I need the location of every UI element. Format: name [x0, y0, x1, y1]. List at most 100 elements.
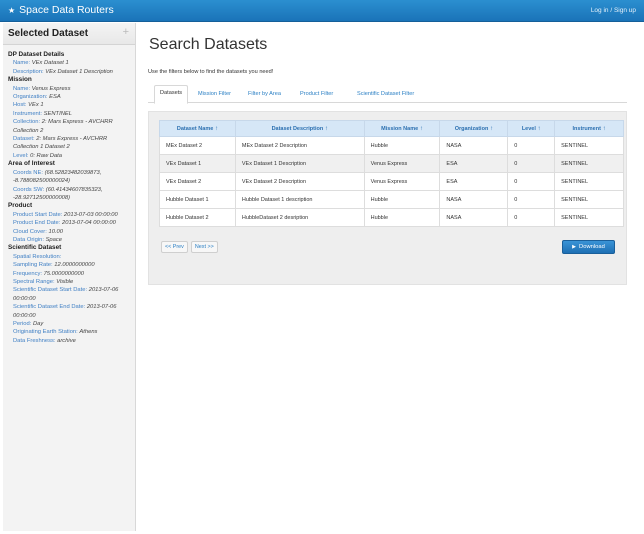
play-arrow-icon: ▶	[572, 244, 577, 250]
table-cell: SENTINEL	[554, 190, 624, 209]
detail-value: 12.0000000000	[54, 262, 95, 269]
sidebar-detail-row: Data Freshness: archive	[8, 337, 131, 345]
intro-text: Use the filters below to find the datase…	[148, 69, 274, 75]
brand-name: Space Data Routers	[19, 4, 114, 16]
datasets-panel: Dataset Name ↑ Dataset Description ↑ Missi…	[148, 111, 627, 285]
detail-key: Data Freshness:	[13, 337, 56, 344]
detail-key: Description:	[13, 68, 44, 75]
sort-arrow-icon[interactable]: ↑	[536, 126, 541, 132]
table-cell: Venus Express	[363, 172, 441, 191]
detail-key: Instrument:	[13, 110, 42, 117]
detail-key: Host:	[13, 102, 27, 109]
table-row[interactable]: Hubble Dataset 2 HubbleDataset 2 desripti…	[159, 208, 624, 227]
table-cell: MEx Dataset 2 Description	[234, 136, 365, 155]
sidebar-detail-row: Collection: 2: Mars Express - AVCHRR Col…	[8, 118, 131, 135]
pagination: << Prev Next >>	[161, 241, 218, 253]
table-cell: Hubble Dataset 1	[159, 190, 236, 209]
sidebar-detail-row: Coords SW: (60.41434607835323, -28.92712…	[8, 186, 131, 203]
column-header[interactable]: Dataset Description ↑	[234, 120, 365, 137]
detail-value: 75.0000000000	[43, 270, 84, 277]
detail-key: Spatial Resolution:	[13, 253, 62, 260]
sidebar-detail-row: Frequency: 75.0000000000	[8, 270, 131, 278]
sort-arrow-icon[interactable]: ↑	[418, 126, 423, 132]
sidebar-detail-row: Name: VEx Dataset 1	[8, 59, 131, 67]
sidebar-detail-row: Cloud Cover: 10.00	[8, 228, 131, 236]
tab-mission-filter[interactable]: Mission Filter	[198, 87, 231, 103]
detail-key: Scientific Dataset Start Date:	[13, 287, 88, 294]
top-navbar: ★ Space Data Routers Log in / Sign up	[0, 0, 644, 22]
detail-key: Product End Date:	[13, 220, 61, 227]
page-title: Search Datasets	[149, 36, 268, 53]
column-header-label: Organization	[454, 125, 489, 132]
detail-value: Space	[45, 236, 62, 243]
table-cell: 0	[507, 190, 556, 209]
tab-scientific-dataset-filter[interactable]: Scientific Dataset Filter	[357, 87, 414, 103]
column-header-label: Level	[521, 125, 536, 132]
table-cell: SENTINEL	[554, 154, 624, 173]
detail-key: Level:	[13, 152, 29, 159]
next-page-button[interactable]: Next >>	[190, 241, 218, 253]
sort-arrow-icon[interactable]: ↑	[213, 126, 218, 132]
sidebar-detail-row: Data Origin: Space	[8, 236, 131, 244]
detail-key: Frequency:	[13, 270, 42, 277]
column-header[interactable]: Level ↑	[507, 120, 556, 137]
login-signup-link[interactable]: Log in / Sign up	[591, 7, 636, 14]
table-cell: SENTINEL	[554, 136, 624, 155]
column-header[interactable]: Organization ↑	[439, 120, 509, 137]
download-button[interactable]: ▶ Download	[562, 240, 615, 254]
table-cell: Hubble Dataset 2	[159, 208, 236, 227]
sidebar-section-title: Mission	[8, 76, 32, 84]
detail-key: Period:	[13, 321, 32, 327]
table-cell: Hubble	[363, 190, 441, 209]
sidebar-detail-row: Period: Day	[8, 320, 131, 328]
plus-icon[interactable]: +	[123, 26, 129, 38]
detail-value: Venus Express	[31, 85, 71, 92]
table-row[interactable]: VEx Dataset 2 VEx Dataset 2 Description Ve…	[159, 172, 624, 191]
table-cell: VEx Dataset 2	[159, 172, 236, 191]
selected-dataset-sidebar: Selected Dataset + DP Dataset Details Nam…	[3, 23, 136, 531]
table-cell: NASA	[439, 136, 509, 155]
table-row[interactable]: Hubble Dataset 1 Hubble Dataset 1 descrip…	[159, 190, 624, 209]
sidebar-title: Selected Dataset	[8, 28, 89, 39]
table-cell: Venus Express	[363, 154, 441, 173]
sidebar-detail-row: Host: VEx 1	[8, 101, 131, 109]
column-header[interactable]: Instrument ↑	[554, 120, 624, 137]
table-cell: NASA	[439, 190, 509, 209]
tab-filter-by-area[interactable]: Filter by Area	[248, 87, 281, 103]
table-row[interactable]: MEx Dataset 2 MEx Dataset 2 Description Hu…	[159, 136, 624, 155]
sidebar-detail-row: Dataset: 2: Mars Express - AVCHRR Collec…	[8, 135, 131, 152]
sidebar-header: Selected Dataset +	[3, 23, 135, 45]
detail-value: VEx Dataset 1	[31, 60, 69, 67]
table-cell: ESA	[439, 172, 509, 191]
sidebar-section-title: Scientific Dataset	[8, 244, 62, 252]
detail-key: Data Origin:	[13, 236, 44, 243]
table-row[interactable]: VEx Dataset 1 VEx Dataset 1 Description Ve…	[159, 154, 624, 173]
tab-product-filter[interactable]: Product Filter	[300, 87, 333, 103]
detail-value: 2013-07-04 00:00:00	[62, 220, 116, 227]
sidebar-detail-row: Product Start Date: 2013-07-03 00:00:00	[8, 211, 131, 219]
table-cell: SENTINEL	[554, 208, 624, 227]
column-header-label: Dataset Description	[271, 125, 324, 132]
sidebar-detail-row: Sampling Rate: 12.0000000000	[8, 261, 131, 269]
table-cell: MEx Dataset 2	[159, 136, 236, 155]
brand-link[interactable]: ★ Space Data Routers	[8, 4, 114, 16]
detail-value: Day	[33, 321, 44, 327]
column-header[interactable]: Dataset Name ↑	[159, 120, 236, 137]
sort-arrow-icon[interactable]: ↑	[488, 126, 493, 132]
detail-key: Name:	[13, 85, 31, 92]
sidebar-detail-row: Product End Date: 2013-07-04 00:00:00	[8, 219, 131, 227]
table-cell: ESA	[439, 154, 509, 173]
sort-arrow-icon[interactable]: ↑	[601, 126, 606, 132]
detail-value: 2013-07-03 00:00:00	[63, 211, 118, 218]
table-cell: Hubble Dataset 1 description	[234, 190, 365, 209]
prev-page-button[interactable]: << Prev	[161, 241, 188, 253]
table-cell: NASA	[439, 208, 509, 227]
table-cell: Hubble	[363, 136, 441, 155]
sidebar-detail-row: Scientific Dataset Start Date: 2013-07-0…	[8, 286, 131, 303]
sort-arrow-icon[interactable]: ↑	[323, 126, 328, 132]
tab-datasets[interactable]: Datasets	[154, 85, 189, 104]
column-header[interactable]: Mission Name ↑	[363, 120, 441, 137]
sidebar-detail-row: Level: 0: Raw Data	[8, 152, 131, 160]
sidebar-detail-row: Organization: ESA	[8, 93, 131, 101]
detail-key: Spectral Range:	[13, 278, 55, 285]
